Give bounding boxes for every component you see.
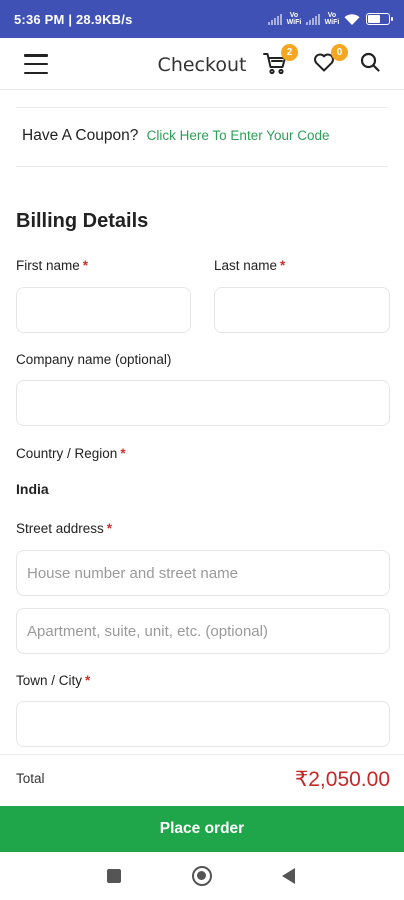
status-bar: 5:36 PM | 28.9KB/s Vo WiFi Vo WiFi — [0, 0, 404, 38]
cart-button[interactable]: 2 — [262, 44, 298, 78]
total-label: Total — [16, 771, 45, 786]
billing-title: Billing Details — [16, 210, 149, 232]
status-time: 5:36 PM | 28.9KB/s — [14, 11, 133, 27]
divider — [16, 166, 388, 167]
menu-icon[interactable] — [24, 54, 48, 74]
first-name-field[interactable] — [16, 287, 191, 333]
signal-icon — [306, 13, 320, 25]
street-address-label: Street address * — [16, 521, 113, 536]
vowifi-icon: Vo WiFi — [324, 12, 340, 26]
divider — [16, 107, 388, 108]
status-icons: Vo WiFi Vo WiFi — [268, 12, 393, 26]
vowifi-icon: Vo WiFi — [286, 12, 302, 26]
search-button[interactable] — [358, 50, 386, 78]
signal-icon — [268, 13, 282, 25]
wishlist-count-badge: 0 — [331, 44, 348, 61]
system-nav-bar — [0, 852, 404, 900]
last-name-label: Last name * — [214, 258, 286, 273]
wifi-icon — [344, 13, 360, 25]
required-mark: * — [106, 521, 113, 536]
coupon-row: Have A Coupon? Click Here To Enter Your … — [22, 127, 330, 145]
coupon-prompt: Have A Coupon? — [22, 127, 139, 144]
total-value: ₹2,050.00 — [294, 768, 390, 791]
required-mark: * — [85, 673, 91, 688]
company-label: Company name (optional) — [16, 352, 172, 367]
total-bar: Total ₹2,050.00 — [0, 754, 404, 806]
app-header: Checkout 2 0 — [0, 38, 404, 90]
required-mark: * — [280, 258, 286, 273]
cart-count-badge: 2 — [281, 44, 298, 61]
back-icon[interactable] — [282, 868, 295, 884]
required-mark: * — [82, 258, 89, 273]
country-select[interactable]: India — [16, 481, 49, 497]
checkout-screen: 5:36 PM | 28.9KB/s Vo WiFi Vo WiFi Check… — [0, 0, 404, 900]
last-name-field[interactable] — [214, 287, 390, 333]
place-order-button[interactable]: Place order — [0, 806, 404, 852]
company-field[interactable] — [16, 380, 390, 426]
home-icon[interactable] — [192, 866, 212, 886]
country-label: Country / Region * — [16, 446, 126, 461]
required-mark: * — [120, 446, 126, 461]
apartment-field[interactable]: Apartment, suite, unit, etc. (optional) — [16, 608, 390, 654]
recents-icon[interactable] — [107, 869, 121, 883]
coupon-link[interactable]: Click Here To Enter Your Code — [147, 128, 330, 143]
town-city-label: Town / City * — [16, 673, 91, 688]
town-city-field[interactable] — [16, 701, 390, 747]
wishlist-button[interactable]: 0 — [312, 44, 348, 78]
first-name-label: First name * — [16, 258, 89, 273]
street-address-field[interactable]: House number and street name — [16, 550, 390, 596]
battery-icon — [366, 13, 393, 25]
search-icon — [360, 52, 380, 72]
